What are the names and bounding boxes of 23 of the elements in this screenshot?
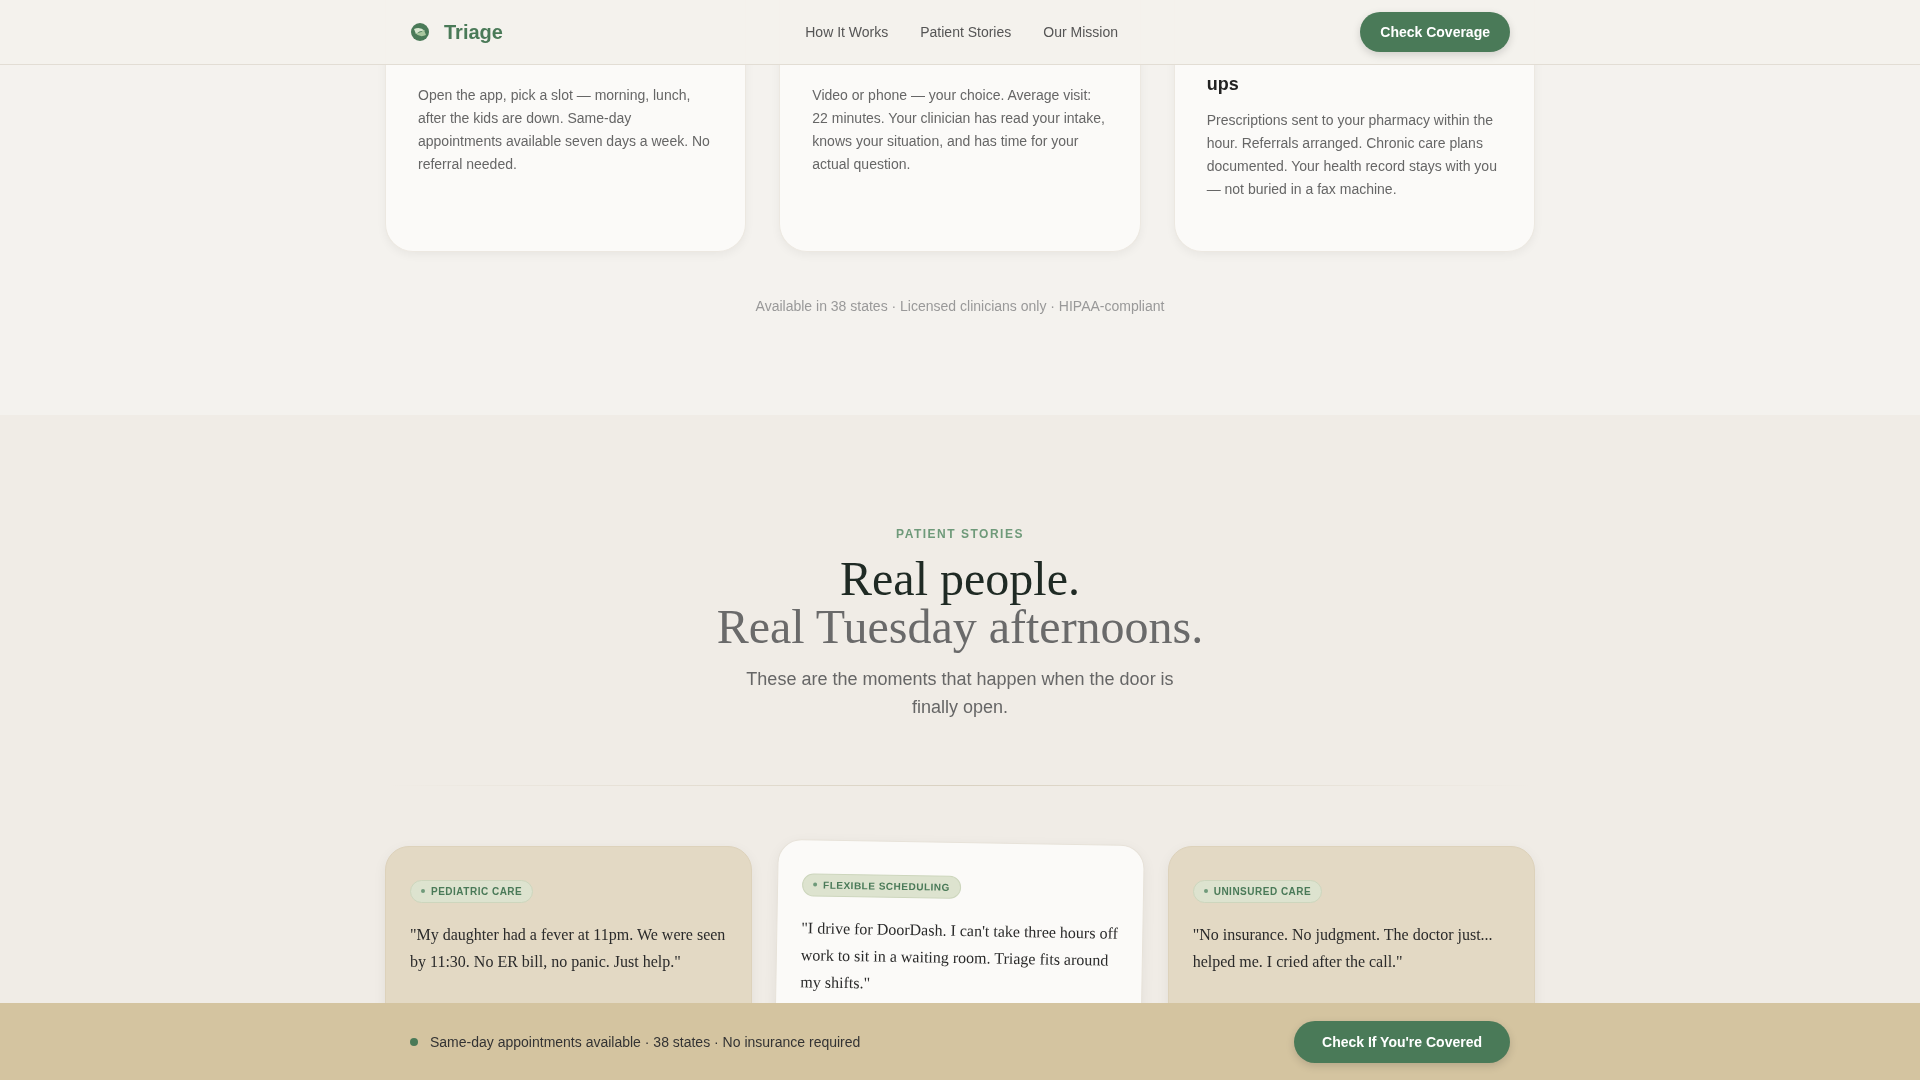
- nav-link[interactable]: Our Mission: [1043, 24, 1118, 40]
- status-dot: [410, 1037, 418, 1046]
- brand-name[interactable]: Triage: [444, 20, 503, 44]
- story-tag: PEDIATRIC CARE: [410, 879, 534, 903]
- story-quote: "My daughter had a fever at 11pm. We were seen by 11:30. No ER bill, no panic. Just help.": [410, 924, 727, 973]
- story-quote: "I drive for DoorDash. I can't take three hours off work to sit in a waiting room. Triage fits around my shifts.": [800, 917, 1120, 993]
- availability-note: Available in 38 states · Licensed clinicians only · HIPAA-compliant: [754, 298, 1166, 314]
- section-subtitle: These are the moments that happen when the door is finally open.: [745, 668, 1175, 719]
- step-description: Prescriptions sent to your pharmacy within the hour. Referrals arranged. Chronic care plans documented. Your health record stays with you — not buried in a fax machine.: [1206, 111, 1498, 199]
- step-description: Video or phone — your choice. Average visit: 22 minutes. Your clinician has read your intake, knows your situation, and has time for your actual question.: [812, 86, 1106, 174]
- section-eyebrow: PATIENT STORIES: [895, 527, 1025, 541]
- step-description: Open the app, pick a slot — morning, lunch, after the kids are down. Same-day appointments available seven days a week. No referral needed.: [418, 86, 711, 174]
- logo-icon: [410, 22, 430, 42]
- story-tag: FLEXIBLE SCHEDULING: [802, 872, 962, 899]
- story-tag: UNINSURED CARE: [1192, 879, 1323, 903]
- nav-link[interactable]: Patient Stories: [920, 24, 1012, 40]
- step-title: ups: [1206, 74, 1240, 95]
- story-quote: "No insurance. No judgment. The doctor just... helped me. I cried after the call.": [1192, 924, 1494, 973]
- section-heading: Real people.: [839, 555, 1081, 603]
- check-covered-button[interactable]: Check If You're Covered: [1294, 1020, 1510, 1063]
- availability-text: Same-day appointments available · 38 states · No insurance required: [430, 1033, 861, 1050]
- check-coverage-button[interactable]: Check Coverage: [1360, 12, 1510, 52]
- nav-link[interactable]: How It Works: [805, 24, 889, 40]
